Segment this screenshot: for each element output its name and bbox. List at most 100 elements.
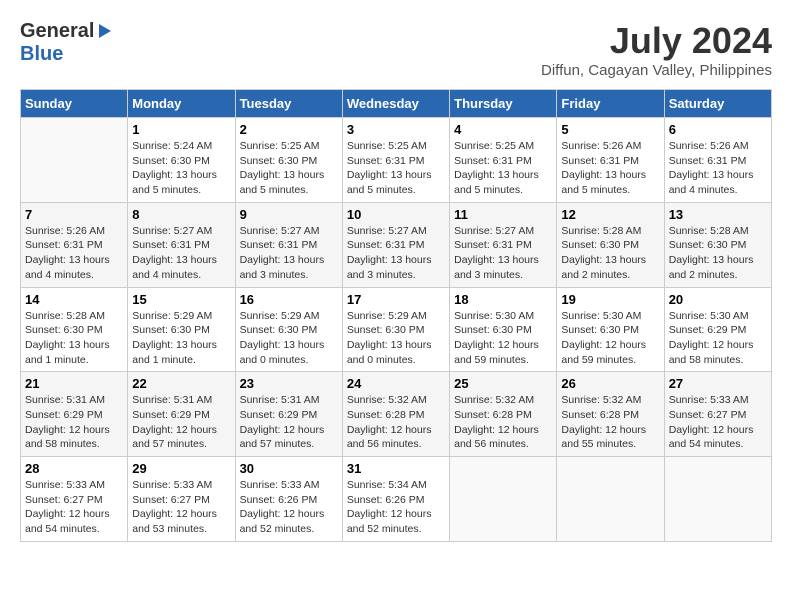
day-info: Sunrise: 5:27 AMSunset: 6:31 PMDaylight:… [132, 224, 230, 283]
day-info: Sunrise: 5:31 AMSunset: 6:29 PMDaylight:… [132, 393, 230, 452]
day-info: Sunrise: 5:29 AMSunset: 6:30 PMDaylight:… [347, 309, 445, 368]
calendar-day-cell: 12 Sunrise: 5:28 AMSunset: 6:30 PMDayligh… [557, 202, 664, 287]
day-number: 13 [669, 207, 767, 222]
day-info: Sunrise: 5:31 AMSunset: 6:29 PMDaylight:… [240, 393, 338, 452]
calendar-day-cell: 13 Sunrise: 5:28 AMSunset: 6:30 PMDayligh… [664, 202, 771, 287]
day-number: 7 [25, 207, 123, 222]
day-number: 17 [347, 292, 445, 307]
day-number: 27 [669, 376, 767, 391]
calendar-day-cell: 19 Sunrise: 5:30 AMSunset: 6:30 PMDayligh… [557, 287, 664, 372]
calendar-day-cell: 25Sunrise: 5:32 AMSunset: 6:28 PMDayligh… [450, 372, 557, 457]
calendar-day-cell: 23 Sunrise: 5:31 AMSunset: 6:29 PMDayligh… [235, 372, 342, 457]
location-subtitle: Diffun, Cagayan Valley, Philippines [541, 62, 772, 79]
calendar-day-cell: 31 Sunrise: 5:34 AMSunset: 6:26 PMDayligh… [342, 457, 449, 542]
calendar-day-cell: 29Sunrise: 5:33 AMSunset: 6:27 PMDayligh… [128, 457, 235, 542]
calendar-week-row: 7Sunrise: 5:26 AMSunset: 6:31 PMDaylight… [21, 202, 772, 287]
calendar-week-row: 14Sunrise: 5:28 AMSunset: 6:30 PMDayligh… [21, 287, 772, 372]
day-number: 19 [561, 292, 659, 307]
day-number: 11 [454, 207, 552, 222]
calendar-day-cell: 28Sunrise: 5:33 AMSunset: 6:27 PMDayligh… [21, 457, 128, 542]
day-info: Sunrise: 5:32 AMSunset: 6:28 PMDaylight:… [561, 393, 659, 452]
calendar-day-cell: 15Sunrise: 5:29 AMSunset: 6:30 PMDayligh… [128, 287, 235, 372]
day-info: Sunrise: 5:28 AMSunset: 6:30 PMDaylight:… [669, 224, 767, 283]
day-info: Sunrise: 5:33 AMSunset: 6:27 PMDaylight:… [669, 393, 767, 452]
day-info: Sunrise: 5:30 AMSunset: 6:29 PMDaylight:… [669, 309, 767, 368]
day-number: 2 [240, 122, 338, 137]
month-year-title: July 2024 [541, 20, 772, 62]
calendar-day-cell: 10 Sunrise: 5:27 AMSunset: 6:31 PMDayligh… [342, 202, 449, 287]
day-of-week-header: Friday [557, 90, 664, 118]
logo-blue-text: Blue [20, 43, 63, 65]
day-of-week-header: Sunday [21, 90, 128, 118]
calendar-day-cell: 27 Sunrise: 5:33 AMSunset: 6:27 PMDayligh… [664, 372, 771, 457]
day-number: 12 [561, 207, 659, 222]
calendar-day-cell [664, 457, 771, 542]
day-number: 26 [561, 376, 659, 391]
day-number: 20 [669, 292, 767, 307]
day-number: 10 [347, 207, 445, 222]
day-number: 14 [25, 292, 123, 307]
logo-triangle-icon [95, 22, 113, 40]
calendar-day-cell: 5Sunrise: 5:26 AMSunset: 6:31 PMDaylight… [557, 118, 664, 203]
day-number: 1 [132, 122, 230, 137]
day-number: 15 [132, 292, 230, 307]
day-info: Sunrise: 5:27 AMSunset: 6:31 PMDaylight:… [454, 224, 552, 283]
calendar-day-cell: 11 Sunrise: 5:27 AMSunset: 6:31 PMDayligh… [450, 202, 557, 287]
day-info: Sunrise: 5:34 AMSunset: 6:26 PMDaylight:… [347, 478, 445, 537]
day-info: Sunrise: 5:28 AMSunset: 6:30 PMDaylight:… [561, 224, 659, 283]
calendar-day-cell: 22 Sunrise: 5:31 AMSunset: 6:29 PMDayligh… [128, 372, 235, 457]
calendar-week-row: 1Sunrise: 5:24 AMSunset: 6:30 PMDaylight… [21, 118, 772, 203]
calendar-day-cell: 17 Sunrise: 5:29 AMSunset: 6:30 PMDayligh… [342, 287, 449, 372]
calendar-day-cell: 14Sunrise: 5:28 AMSunset: 6:30 PMDayligh… [21, 287, 128, 372]
calendar-header-row: SundayMondayTuesdayWednesdayThursdayFrid… [21, 90, 772, 118]
title-section: July 2024 Diffun, Cagayan Valley, Philip… [541, 20, 772, 79]
day-number: 23 [240, 376, 338, 391]
day-info: Sunrise: 5:32 AMSunset: 6:28 PMDaylight:… [347, 393, 445, 452]
day-info: Sunrise: 5:29 AMSunset: 6:30 PMDaylight:… [240, 309, 338, 368]
day-info: Sunrise: 5:25 AMSunset: 6:30 PMDaylight:… [240, 139, 338, 198]
day-number: 25 [454, 376, 552, 391]
day-info: Sunrise: 5:26 AMSunset: 6:31 PMDaylight:… [669, 139, 767, 198]
calendar-day-cell: 2 Sunrise: 5:25 AMSunset: 6:30 PMDaylight… [235, 118, 342, 203]
day-info: Sunrise: 5:26 AMSunset: 6:31 PMDaylight:… [561, 139, 659, 198]
logo: General Blue [20, 20, 113, 66]
day-of-week-header: Wednesday [342, 90, 449, 118]
day-info: Sunrise: 5:30 AMSunset: 6:30 PMDaylight:… [561, 309, 659, 368]
calendar-day-cell: 6 Sunrise: 5:26 AMSunset: 6:31 PMDaylight… [664, 118, 771, 203]
day-number: 24 [347, 376, 445, 391]
day-info: Sunrise: 5:33 AMSunset: 6:26 PMDaylight:… [240, 478, 338, 537]
calendar-day-cell: 16 Sunrise: 5:29 AMSunset: 6:30 PMDayligh… [235, 287, 342, 372]
day-number: 30 [240, 461, 338, 476]
day-info: Sunrise: 5:33 AMSunset: 6:27 PMDaylight:… [25, 478, 123, 537]
calendar-day-cell: 21Sunrise: 5:31 AMSunset: 6:29 PMDayligh… [21, 372, 128, 457]
day-info: Sunrise: 5:25 AMSunset: 6:31 PMDaylight:… [454, 139, 552, 198]
calendar-day-cell: 1Sunrise: 5:24 AMSunset: 6:30 PMDaylight… [128, 118, 235, 203]
day-info: Sunrise: 5:27 AMSunset: 6:31 PMDaylight:… [347, 224, 445, 283]
day-number: 8 [132, 207, 230, 222]
day-info: Sunrise: 5:27 AMSunset: 6:31 PMDaylight:… [240, 224, 338, 283]
day-number: 21 [25, 376, 123, 391]
day-number: 3 [347, 122, 445, 137]
day-of-week-header: Thursday [450, 90, 557, 118]
calendar-day-cell [21, 118, 128, 203]
calendar-week-row: 21 Sunrise: 5:31 AMSunset: 6:29 PMDayligh… [21, 372, 772, 457]
calendar-day-cell [557, 457, 664, 542]
calendar-day-cell: 9Sunrise: 5:27 AMSunset: 6:31 PMDaylight… [235, 202, 342, 287]
day-info: Sunrise: 5:30 AMSunset: 6:30 PMDaylight:… [454, 309, 552, 368]
day-info: Sunrise: 5:25 AMSunset: 6:31 PMDaylight:… [347, 139, 445, 198]
calendar-day-cell: 20 Sunrise: 5:30 AMSunset: 6:29 PMDayligh… [664, 287, 771, 372]
day-of-week-header: Monday [128, 90, 235, 118]
calendar-day-cell: 3 Sunrise: 5:25 AMSunset: 6:31 PMDaylight… [342, 118, 449, 203]
calendar-week-row: 28Sunrise: 5:33 AMSunset: 6:27 PMDayligh… [21, 457, 772, 542]
day-number: 16 [240, 292, 338, 307]
day-number: 31 [347, 461, 445, 476]
calendar-day-cell: 26 Sunrise: 5:32 AMSunset: 6:28 PMDayligh… [557, 372, 664, 457]
calendar-day-cell [450, 457, 557, 542]
calendar-day-cell: 18 Sunrise: 5:30 AMSunset: 6:30 PMDayligh… [450, 287, 557, 372]
page-header: General Blue July 2024 Diffun, Cagayan V… [20, 20, 772, 79]
day-number: 18 [454, 292, 552, 307]
calendar-day-cell: 24 Sunrise: 5:32 AMSunset: 6:28 PMDayligh… [342, 372, 449, 457]
day-number: 6 [669, 122, 767, 137]
day-number: 22 [132, 376, 230, 391]
day-info: Sunrise: 5:33 AMSunset: 6:27 PMDaylight:… [132, 478, 230, 537]
